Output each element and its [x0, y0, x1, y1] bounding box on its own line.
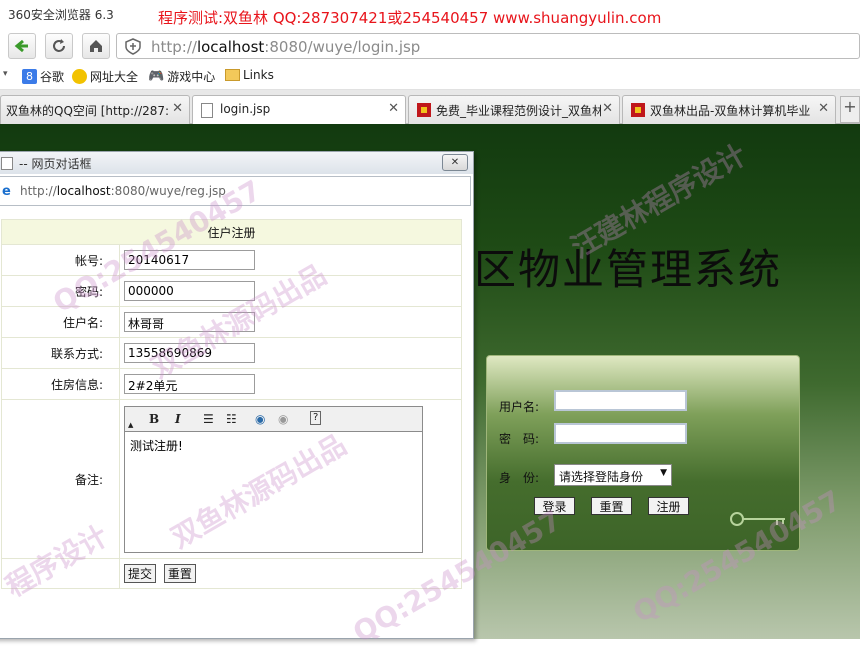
address-bar[interactable]: http://localhost:8080/wuye/login.jsp [116, 33, 860, 59]
password-field-label: 密码: [1, 275, 120, 307]
navigation-bar: http://localhost:8080/wuye/login.jsp [0, 30, 860, 63]
tab-strip: 双鱼林的QQ空间 [http://287: ✕ login.jsp ✕ 免费_毕… [0, 90, 860, 125]
tab-label: 免费_毕业课程范例设计_双鱼林 [436, 104, 601, 118]
password-field[interactable]: 000000 [124, 281, 255, 301]
password-label: 密 码: [499, 432, 540, 446]
bookmarks-chevron-icon[interactable]: ▾ [3, 69, 8, 79]
tab-label: 双鱼林出品-双鱼林计算机毕业 [650, 104, 811, 118]
site-favicon-icon [631, 103, 645, 117]
housing-info-input[interactable]: 2#2单元 [124, 374, 255, 394]
password-input[interactable] [554, 423, 687, 444]
bookmark-label: 谷歌 [40, 70, 65, 84]
folder-icon [225, 69, 240, 81]
page-icon [1, 157, 13, 170]
browser-app-title: 360安全浏览器 6.3 [8, 8, 114, 22]
bookmark-site-directory[interactable]: 网址大全 [72, 68, 138, 85]
contact-input[interactable]: 13558690869 [124, 343, 255, 363]
url-prefix: http:// [20, 184, 57, 198]
home-icon [90, 40, 102, 52]
editor-toolbar: ▲ B I ☰ ☷ ◉ ◉ ? [125, 406, 422, 433]
new-tab-button[interactable]: + [840, 96, 860, 123]
bookmarks-bar: ▾ 8 谷歌 网址大全 🎮 游戏中心 Links [0, 63, 860, 90]
username-label: 用户名: [499, 400, 540, 414]
registration-form: 住户注册 帐号: 20140617 密码: 000000 住户名: 林哥哥 联系… [1, 219, 462, 589]
housing-info-label: 住房信息: [1, 368, 120, 400]
form-footer-spacer [1, 558, 120, 589]
ie-icon: e [2, 184, 11, 199]
close-icon[interactable]: ✕ [818, 101, 829, 116]
help-icon[interactable]: ? [310, 410, 322, 425]
back-arrow-icon [14, 39, 28, 53]
system-title: 区物业管理系统 [474, 245, 783, 294]
refresh-icon [53, 39, 65, 52]
bookmark-label: 游戏中心 [167, 70, 216, 84]
browser-titlebar: 360安全浏览器 6.3 程序测试:双鱼林 QQ:287307421或25454… [0, 0, 860, 30]
tab-label: 双鱼林的QQ空间 [http://287: [6, 104, 170, 118]
account-label: 帐号: [1, 244, 120, 276]
remark-label: 备注: [1, 399, 120, 559]
contact-label: 联系方式: [1, 337, 120, 369]
tab-shuangyulin[interactable]: 双鱼林出品-双鱼林计算机毕业 ✕ [622, 95, 836, 124]
resident-name-label: 住户名: [1, 306, 120, 338]
toolbar-collapse-icon[interactable]: ▲ [128, 417, 133, 433]
site-favicon-icon [417, 103, 431, 117]
unlink-icon[interactable]: ◉ [278, 411, 288, 427]
bold-icon[interactable]: B [149, 411, 159, 427]
registration-dialog: -- 网页对话框 ✕ e http://localhost:8080/wuye/… [0, 151, 474, 639]
identity-selected-value: 请选择登陆身份 [559, 470, 644, 484]
username-input[interactable] [554, 390, 687, 411]
page-icon [201, 103, 213, 118]
close-icon[interactable]: ✕ [172, 101, 183, 116]
remark-text: 测试注册! [130, 438, 183, 453]
account-input[interactable]: 20140617 [124, 250, 255, 270]
submit-button[interactable]: 提交 [124, 564, 157, 583]
tab-login[interactable]: login.jsp ✕ [192, 95, 406, 125]
form-reset-button[interactable]: 重置 [163, 564, 196, 583]
form-header: 住户注册 [1, 219, 462, 245]
resident-name-input[interactable]: 林哥哥 [124, 312, 255, 332]
identity-select[interactable]: 请选择登陆身份 ▼ [554, 464, 672, 486]
address-url: http://localhost:8080/wuye/login.jsp [151, 38, 420, 56]
register-button[interactable]: 注册 [648, 497, 689, 515]
ordered-list-icon[interactable]: ☰ [203, 411, 214, 427]
close-icon[interactable]: ✕ [602, 101, 613, 116]
italic-icon[interactable]: I [175, 411, 181, 427]
gamepad-icon: 🎮 [148, 69, 165, 84]
close-icon[interactable]: ✕ [388, 101, 399, 116]
dialog-address-bar: e http://localhost:8080/wuye/reg.jsp [0, 176, 471, 206]
key-icon [730, 512, 785, 526]
dialog-close-button[interactable]: ✕ [442, 154, 468, 171]
login-panel: 用户名: 密 码: 身 份: 请选择登陆身份 ▼ 登录 重置 注册 [486, 355, 800, 551]
dialog-url: http://localhost:8080/wuye/reg.jsp [20, 184, 226, 198]
dialog-title: -- 网页对话框 [19, 157, 92, 171]
tab-label: login.jsp [220, 102, 271, 116]
login-button[interactable]: 登录 [534, 497, 575, 515]
watermark-banner: 程序测试:双鱼林 QQ:287307421或254540457 www.shua… [158, 9, 662, 27]
bookmark-label: 网址大全 [90, 70, 139, 84]
unordered-list-icon[interactable]: ☷ [226, 411, 237, 427]
back-button[interactable] [8, 33, 36, 59]
google-icon: 8 [22, 69, 37, 84]
url-host: localhost [196, 38, 265, 56]
shield-icon [125, 38, 141, 55]
reset-button[interactable]: 重置 [591, 497, 632, 515]
url-host: localhost [56, 184, 111, 198]
home-button[interactable] [82, 33, 110, 59]
dialog-titlebar: -- 网页对话框 ✕ [0, 152, 473, 174]
bookmark-google[interactable]: 8 谷歌 [22, 68, 64, 85]
link-icon[interactable]: ◉ [255, 411, 265, 427]
url-prefix: http:// [151, 38, 197, 56]
refresh-button[interactable] [45, 33, 73, 59]
url-path: :8080/wuye/reg.jsp [110, 184, 226, 198]
tab-free-design[interactable]: 免费_毕业课程范例设计_双鱼林 ✕ [408, 95, 620, 124]
url-path: :8080/wuye/login.jsp [264, 38, 421, 56]
identity-label: 身 份: [499, 471, 540, 485]
site-directory-icon [72, 69, 87, 84]
remark-editor[interactable]: ▲ B I ☰ ☷ ◉ ◉ ? 测试注册! [124, 405, 423, 553]
chevron-down-icon: ▼ [660, 468, 667, 478]
bookmark-game-center[interactable]: 🎮 游戏中心 [148, 68, 215, 85]
tab-qq-space[interactable]: 双鱼林的QQ空间 [http://287: ✕ [0, 95, 190, 124]
bookmark-links[interactable]: Links [225, 68, 274, 82]
bookmark-label: Links [243, 68, 274, 82]
